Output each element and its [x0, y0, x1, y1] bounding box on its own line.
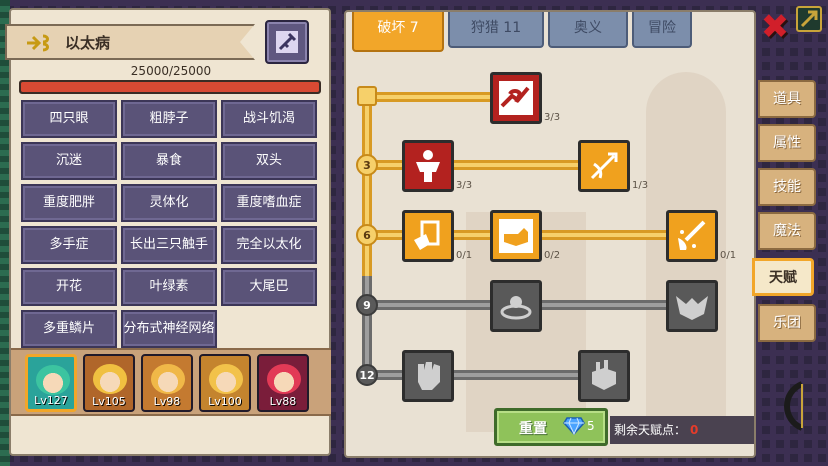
- party-bar: Lv127 Lv105 Lv98 Lv100 Lv88: [11, 348, 331, 416]
- node-count: 0/1: [456, 250, 473, 261]
- fist-icon: [418, 362, 440, 390]
- trait-button[interactable]: 灵体化: [121, 184, 217, 222]
- hp-bar: [19, 80, 321, 94]
- trait-button[interactable]: 多重鳞片: [21, 310, 117, 348]
- talent-points: 剩余天赋点： 0: [610, 416, 754, 444]
- trait-button[interactable]: 双头: [221, 142, 317, 180]
- trait-button[interactable]: 长出三只触手: [121, 226, 217, 264]
- ether-icon: [25, 32, 53, 54]
- name-banner: 以太病: [5, 24, 255, 60]
- party-member[interactable]: Lv98: [141, 354, 193, 412]
- track-row-4: [362, 370, 582, 380]
- trait-button[interactable]: 多手症: [21, 226, 117, 264]
- avatar: [267, 364, 301, 394]
- node-count: 1/3: [632, 180, 649, 191]
- trait-button[interactable]: 四只眼: [21, 100, 117, 138]
- punch-node[interactable]: [490, 210, 542, 262]
- trait-button[interactable]: 大尾巴: [221, 268, 317, 306]
- trait-grid: 四只眼 粗脖子 战斗饥渴沉迷 暴食 双头重度肥胖 灵体化 重度嗜血症多手症 长出三只触手 完全以…: [21, 100, 321, 348]
- reset-cost: 5: [587, 419, 595, 433]
- syringe-icon: [276, 31, 298, 53]
- trait-button[interactable]: 分布式神经网络: [121, 310, 217, 348]
- character-panel: 以太病 25000/25000 四只眼 粗脖子 战斗饥渴沉迷 暴食 双头重度肥胖 灵体化重…: [5, 8, 331, 456]
- impact-icon: [500, 296, 532, 320]
- track-row-0: [362, 92, 492, 102]
- tree-root-marker: [357, 86, 377, 106]
- tab-mystery[interactable]: 奥义: [548, 12, 628, 48]
- side-tab-magic[interactable]: 魔法: [758, 212, 816, 250]
- node-count: 3/3: [544, 112, 561, 123]
- trait-button[interactable]: 重度嗜血症: [221, 184, 317, 222]
- avatar: [151, 364, 185, 394]
- tab-hunt[interactable]: 狩猎 11: [448, 12, 544, 48]
- card-hand-node[interactable]: [402, 210, 454, 262]
- muscle-body-icon: [416, 150, 440, 182]
- party-member-level: Lv100: [208, 395, 242, 408]
- talent-points-label: 剩余天赋点：: [614, 423, 687, 437]
- talent-panel: 破坏 7 狩猎 11 奥义 冒险 3 6 9 12 3/3 3/3 1/3 0/…: [344, 10, 756, 458]
- gem-icon: [563, 417, 585, 435]
- side-tab-attributes[interactable]: 属性: [758, 124, 816, 162]
- punch-icon: [499, 219, 533, 253]
- hp-bar-fill: [21, 82, 319, 92]
- reset-label: 重置: [519, 421, 547, 437]
- tab-adventure[interactable]: 冒险: [632, 12, 692, 48]
- party-member[interactable]: Lv100: [199, 354, 251, 412]
- avatar: [36, 365, 70, 395]
- grip-icon: [592, 360, 616, 390]
- talent-points-value: 0: [690, 423, 699, 437]
- party-member[interactable]: Lv105: [83, 354, 135, 412]
- bow-icon: [784, 381, 804, 431]
- track-row-1: [362, 160, 582, 170]
- avatar: [209, 364, 243, 394]
- level-marker: 9: [356, 294, 378, 316]
- trait-button[interactable]: 沉迷: [21, 142, 117, 180]
- trait-button[interactable]: 叶绿素: [121, 268, 217, 306]
- party-member-level: Lv88: [269, 395, 297, 408]
- party-member-level: Lv127: [34, 394, 68, 407]
- tab-destroy[interactable]: 破坏 7: [352, 12, 444, 52]
- trait-button[interactable]: 粗脖子: [121, 100, 217, 138]
- party-member-level: Lv98: [153, 395, 181, 408]
- trait-button[interactable]: 战斗饥渴: [221, 100, 317, 138]
- arrow-hit-node[interactable]: [578, 140, 630, 192]
- arrow-hit-icon: [590, 152, 618, 180]
- party-member[interactable]: Lv88: [257, 354, 309, 412]
- level-marker: 3: [356, 154, 378, 176]
- node-count: 3/3: [456, 180, 473, 191]
- trait-button[interactable]: 暴食: [121, 142, 217, 180]
- node-count: 0/1: [720, 250, 737, 261]
- level-marker: 12: [356, 364, 378, 386]
- level-marker: 6: [356, 224, 378, 246]
- slash-icon: [678, 220, 706, 250]
- side-tab-items[interactable]: 道具: [758, 80, 816, 118]
- reset-button[interactable]: 重置 5: [494, 408, 608, 446]
- side-tab-band[interactable]: 乐团: [758, 304, 816, 342]
- trait-button[interactable]: 重度肥胖: [21, 184, 117, 222]
- close-icon[interactable]: ✖: [760, 10, 790, 44]
- character-name: 以太病: [65, 34, 111, 52]
- demon-node[interactable]: [666, 280, 718, 332]
- avatar: [93, 364, 127, 394]
- trait-button[interactable]: 开花: [21, 268, 117, 306]
- side-tab-skills[interactable]: 技能: [758, 168, 816, 206]
- node-count: 0/2: [544, 250, 561, 261]
- impact-node[interactable]: [490, 280, 542, 332]
- expand-icon[interactable]: [796, 6, 822, 32]
- muscle-body-node[interactable]: [402, 140, 454, 192]
- card-hand-icon: [414, 220, 440, 250]
- slash-node[interactable]: [666, 210, 718, 262]
- side-tab-talents[interactable]: 天赋: [752, 258, 814, 296]
- trait-button[interactable]: 完全以太化: [221, 226, 317, 264]
- arm-wrestle-icon: [499, 81, 533, 115]
- fist-node[interactable]: [402, 350, 454, 402]
- edit-button[interactable]: [265, 20, 309, 64]
- grip-node[interactable]: [578, 350, 630, 402]
- hp-text: 25000/25000: [130, 64, 212, 78]
- demon-icon: [676, 296, 708, 320]
- party-member-level: Lv105: [92, 395, 126, 408]
- track-vertical-active: [362, 90, 372, 276]
- party-member[interactable]: Lv127: [25, 354, 77, 412]
- arm-wrestle-node[interactable]: [490, 72, 542, 124]
